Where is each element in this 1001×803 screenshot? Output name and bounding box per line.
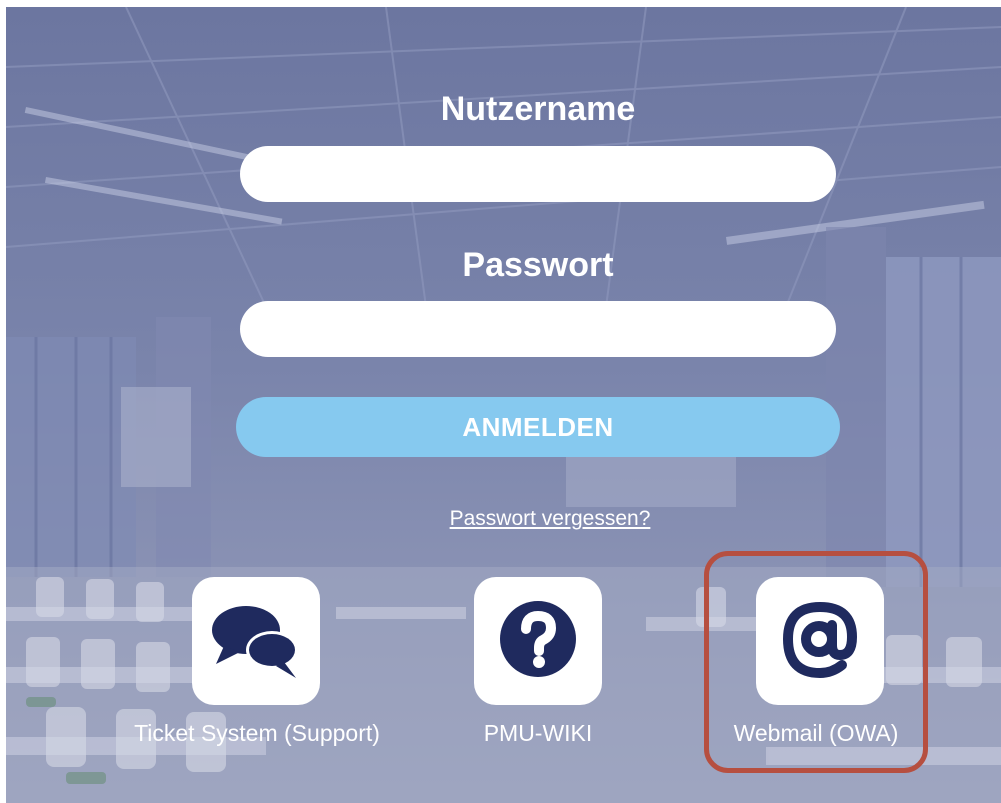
chat-bubbles-icon (210, 598, 302, 685)
pmu-wiki-caption[interactable]: PMU-WIKI (440, 720, 636, 747)
username-input[interactable] (240, 146, 836, 202)
password-label: Passwort (462, 246, 614, 284)
pmu-wiki-tile[interactable] (474, 577, 602, 705)
username-label: Nutzername (440, 90, 636, 128)
webmail-caption[interactable]: Webmail (OWA) (714, 720, 918, 747)
question-circle-icon (498, 599, 578, 684)
at-sign-icon (778, 597, 862, 686)
ticket-system-caption[interactable]: Ticket System (Support) (110, 720, 404, 747)
password-input[interactable] (240, 301, 836, 357)
ticket-system-tile[interactable] (192, 577, 320, 705)
login-button[interactable]: ANMELDEN (236, 397, 840, 457)
forgot-password-link[interactable]: Passwort vergessen? (380, 507, 720, 531)
webmail-tile[interactable] (756, 577, 884, 705)
